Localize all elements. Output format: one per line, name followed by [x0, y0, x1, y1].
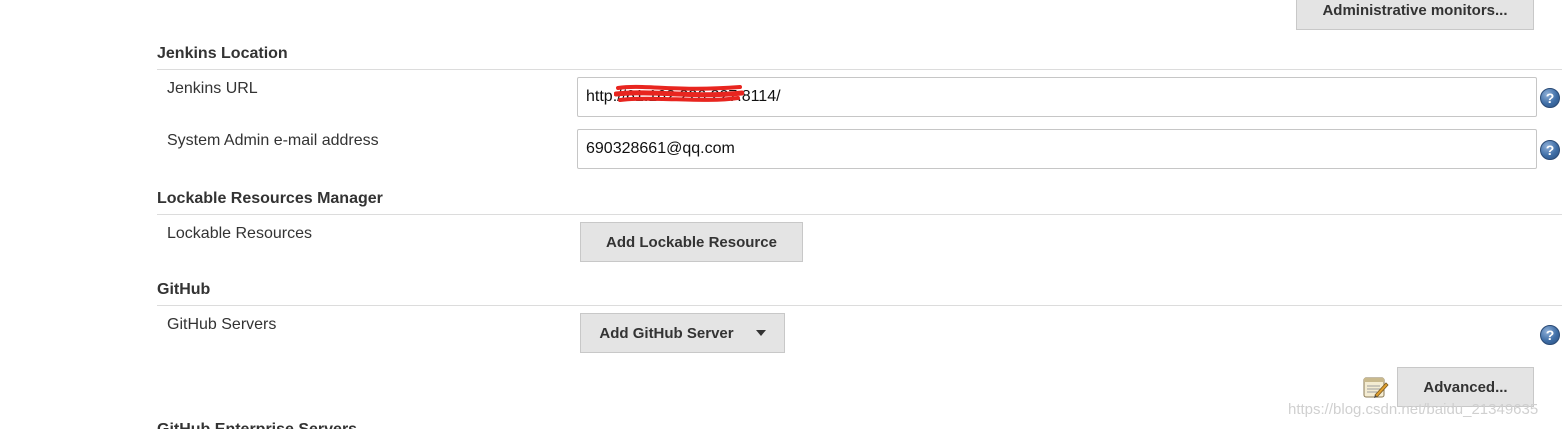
admin-email-label: System Admin e-mail address	[167, 132, 379, 149]
jenkins-url-label: Jenkins URL	[167, 80, 258, 97]
help-icon[interactable]: ?	[1540, 140, 1560, 160]
admin-email-input[interactable]	[577, 129, 1537, 169]
notepad-icon[interactable]	[1361, 374, 1389, 400]
help-icon[interactable]: ?	[1540, 325, 1560, 345]
section-title-github-enterprise-servers: GitHub Enterprise Servers	[157, 421, 357, 429]
jenkins-configure-page: Administrative monitors... Jenkins Locat…	[0, 0, 1562, 429]
section-title-lockable-resources-manager: Lockable Resources Manager	[157, 190, 383, 207]
chevron-down-icon	[755, 330, 766, 336]
add-github-server-button[interactable]: Add GitHub Server	[580, 313, 785, 353]
watermark-text: https://blog.csdn.net/baidu_21349635	[1288, 401, 1539, 418]
section-divider	[157, 69, 1562, 70]
help-icon[interactable]: ?	[1540, 88, 1560, 108]
section-title-jenkins-location: Jenkins Location	[157, 45, 288, 62]
redaction-scribble	[614, 84, 744, 102]
section-title-github: GitHub	[157, 281, 211, 298]
lockable-resources-label: Lockable Resources	[167, 225, 312, 242]
section-divider	[157, 305, 1562, 306]
add-lockable-resource-button[interactable]: Add Lockable Resource	[580, 222, 803, 262]
administrative-monitors-button[interactable]: Administrative monitors...	[1296, 0, 1534, 30]
section-divider	[157, 214, 1562, 215]
github-servers-label: GitHub Servers	[167, 316, 277, 333]
add-github-server-label: Add GitHub Server	[599, 324, 734, 342]
